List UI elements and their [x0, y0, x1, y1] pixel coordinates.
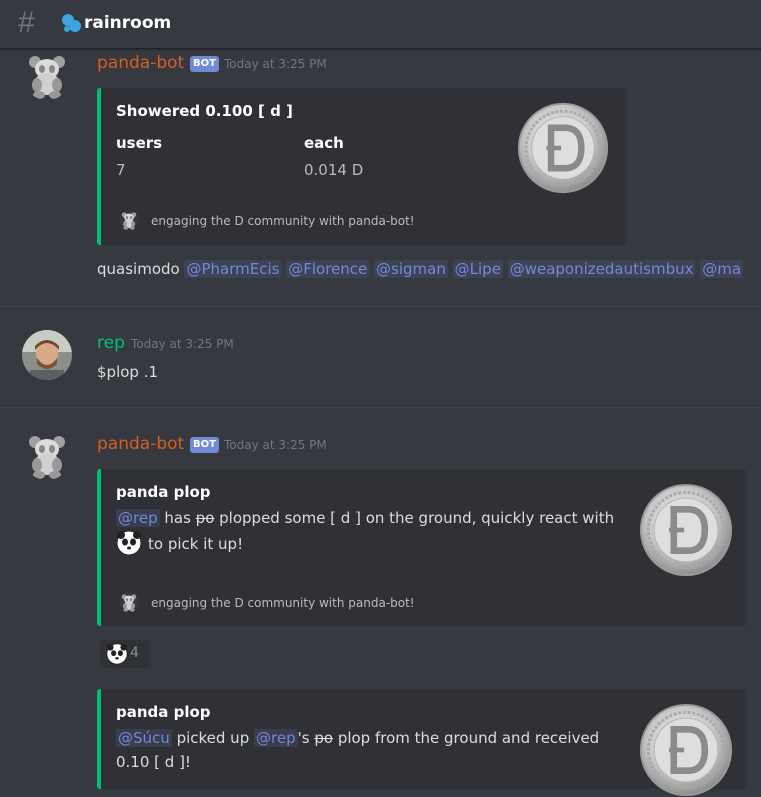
d-coin-thumbnail[interactable]	[639, 703, 733, 797]
reaction-count: 4	[130, 645, 139, 661]
mention[interactable]: @ma	[700, 260, 744, 278]
panda-footer-icon	[119, 592, 139, 612]
channel-name: rainroom	[84, 13, 172, 33]
desc-text: 's	[297, 729, 310, 747]
timestamp: Today at 3:25 PM	[224, 57, 327, 71]
channel-header: # rainroom	[0, 0, 761, 49]
embed-footer: engaging the D community with panda-bot!	[151, 214, 415, 228]
d-coin-thumbnail[interactable]	[517, 102, 609, 194]
field-value-users: 7	[116, 161, 126, 179]
panda-face-emoji	[106, 643, 128, 665]
author-name[interactable]: panda-bot	[97, 434, 184, 454]
mention-line: quasimodo @PharmEcis @Florence @sigman @…	[97, 258, 744, 280]
author-name[interactable]: panda-bot	[97, 53, 184, 73]
bot-tag: BOT	[190, 437, 219, 453]
rain-icon	[62, 14, 81, 32]
panda-footer-icon	[119, 210, 139, 230]
strikethrough-text: po	[314, 729, 334, 747]
mention[interactable]: @Súcu	[116, 729, 172, 747]
embed-title: panda plop	[116, 483, 211, 501]
plop-embed: panda plop @rep has po plopped some [ d …	[97, 469, 746, 626]
shower-embed: Showered 0.100 [ d ] users 7 each 0.014 …	[97, 88, 626, 245]
d-coin-thumbnail[interactable]	[639, 483, 733, 577]
timestamp: Today at 3:25 PM	[131, 337, 234, 351]
desc-text: picked up	[176, 729, 250, 747]
panda-face-emoji	[116, 530, 142, 556]
field-name-users: users	[116, 134, 163, 152]
mention[interactable]: @Lipe	[452, 260, 503, 278]
rep-avatar[interactable]	[22, 330, 72, 380]
embed-footer: engaging the D community with panda-bot!	[151, 596, 415, 610]
desc-text: plop from the ground and received	[337, 729, 600, 747]
mention[interactable]: @rep	[254, 729, 298, 747]
field-value-each: 0.014 D	[304, 161, 364, 179]
mention[interactable]: @weaponizedautismbux	[507, 260, 696, 278]
desc-text: plopped some [ d ] on the ground, quickl…	[219, 509, 615, 527]
desc-text: to pick it up!	[148, 535, 244, 553]
mention[interactable]: @PharmEcis	[184, 260, 282, 278]
desc-text: has	[164, 509, 191, 527]
embed-title: panda plop	[116, 703, 211, 721]
mention[interactable]: @sigman	[374, 260, 448, 278]
message-text: $plop .1	[97, 363, 159, 381]
panda-bot-avatar[interactable]	[22, 430, 72, 480]
strikethrough-text: po	[195, 509, 215, 527]
panda-bot-avatar[interactable]	[22, 50, 72, 100]
pickup-embed: panda plop @Súcu picked up @rep's po plo…	[97, 689, 746, 789]
message-divider	[0, 306, 761, 307]
reaction-button[interactable]: 4	[100, 640, 150, 668]
message-prefix: quasimodo	[97, 260, 180, 278]
hash-icon: #	[18, 6, 35, 39]
bot-tag: BOT	[190, 56, 219, 72]
author-name[interactable]: rep	[97, 333, 125, 353]
timestamp: Today at 3:25 PM	[224, 438, 327, 452]
embed-title: Showered 0.100 [ d ]	[116, 102, 293, 120]
embed-description: @Súcu picked up @rep's po plop from the …	[116, 726, 616, 774]
desc-text: 0.10 [ d ]!	[116, 753, 191, 771]
mention[interactable]: @Florence	[286, 260, 370, 278]
field-name-each: each	[304, 134, 344, 152]
mention[interactable]: @rep	[116, 509, 160, 527]
message-divider	[0, 407, 761, 408]
embed-description: @rep has po plopped some [ d ] on the gr…	[116, 506, 616, 556]
